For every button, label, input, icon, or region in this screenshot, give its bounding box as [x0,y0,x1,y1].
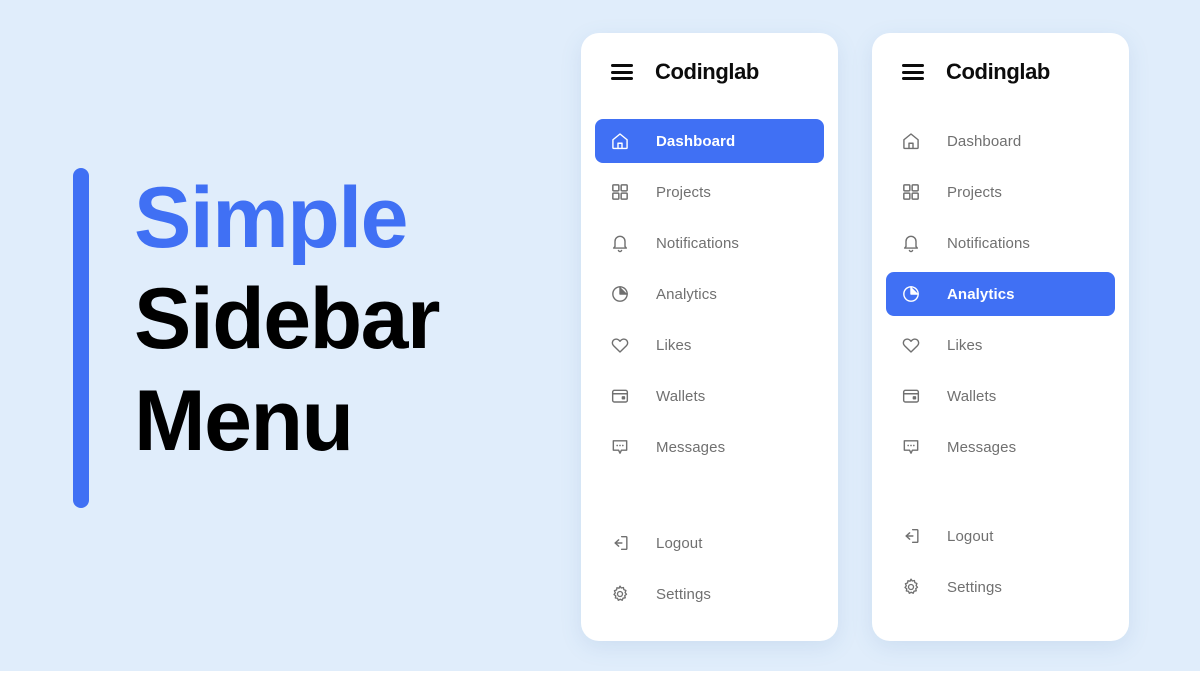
menu-item-likes[interactable]: Likes [595,323,824,367]
menu-item-dashboard[interactable]: Dashboard [595,119,824,163]
menu-item-analytics[interactable]: Analytics [595,272,824,316]
menu-item-label: Dashboard [656,132,736,150]
sidebar-bottom-menu: Logout Settings [872,514,1129,609]
menu-item-wallets[interactable]: Wallets [886,374,1115,418]
hero-block: Simple Sidebar Menu [73,168,440,508]
gear-icon [901,577,921,597]
brand-name: Codinglab [946,59,1050,84]
design-canvas: Simple Sidebar Menu Codinglab Dashboard P… [0,0,1200,671]
menu-item-settings[interactable]: Settings [595,572,824,616]
page-root: Simple Sidebar Menu Codinglab Dashboard P… [0,0,1200,677]
menu-item-label: Wallets [656,387,706,405]
menu-spacer [872,476,1129,514]
menu-item-label: Messages [947,438,1017,456]
menu-item-label: Logout [947,527,994,545]
hero-title: Simple Sidebar Menu [134,168,440,508]
chat-bubble-icon [901,437,921,457]
gear-icon [610,584,630,604]
menu-item-analytics[interactable]: Analytics [886,272,1115,316]
chat-bubble-icon [610,437,630,457]
menu-item-messages[interactable]: Messages [886,425,1115,469]
logout-icon [610,533,630,553]
wallet-icon [610,386,630,406]
menu-item-likes[interactable]: Likes [886,323,1115,367]
menu-item-dashboard[interactable]: Dashboard [886,119,1115,163]
menu-item-settings[interactable]: Settings [886,565,1115,609]
pie-chart-icon [901,284,921,304]
menu-item-label: Likes [947,336,983,354]
grid-icon [610,182,630,202]
menu-item-label: Wallets [947,387,997,405]
menu-item-label: Projects [656,183,711,201]
menu-item-label: Settings [947,578,1002,596]
pie-chart-icon [610,284,630,304]
menu-item-notifications[interactable]: Notifications [595,221,824,265]
menu-item-label: Settings [656,585,711,603]
menu-item-messages[interactable]: Messages [595,425,824,469]
menu-item-label: Analytics [656,285,717,303]
bell-icon [901,233,921,253]
menu-item-logout[interactable]: Logout [886,514,1115,558]
menu-item-notifications[interactable]: Notifications [886,221,1115,265]
home-icon [610,131,630,151]
menu-item-label: Notifications [947,234,1031,252]
sidebar-menu: Dashboard Projects Notifications Analytics L… [581,119,838,469]
logout-icon [901,526,921,546]
bell-icon [610,233,630,253]
menu-item-label: Messages [656,438,726,456]
menu-item-label: Likes [656,336,692,354]
menu-item-label: Notifications [656,234,740,252]
menu-item-projects[interactable]: Projects [595,170,824,214]
hero-line-2: Sidebar [134,271,440,368]
sidebar-card-one: Codinglab Dashboard Projects Notifications… [581,33,838,641]
home-icon [901,131,921,151]
menu-item-logout[interactable]: Logout [595,521,824,565]
menu-item-wallets[interactable]: Wallets [595,374,824,418]
sidebar-card-two: Codinglab Dashboard Projects Notifications… [872,33,1129,641]
hero-accent-bar [73,168,89,508]
sidebar-menu: Dashboard Projects Notifications Analytics L… [872,119,1129,469]
menu-item-label: Projects [947,183,1002,201]
sidebar-header: Codinglab [581,33,838,111]
menu-item-label: Analytics [947,285,1015,303]
hamburger-icon[interactable] [611,64,633,80]
sidebar-header: Codinglab [872,33,1129,111]
brand-name: Codinglab [655,59,759,84]
menu-item-projects[interactable]: Projects [886,170,1115,214]
heart-icon [610,335,630,355]
wallet-icon [901,386,921,406]
sidebar-bottom-menu: Logout Settings [581,521,838,616]
heart-icon [901,335,921,355]
menu-item-label: Dashboard [947,132,1022,150]
grid-icon [901,182,921,202]
hero-line-1: Simple [134,170,408,266]
hamburger-icon[interactable] [902,64,924,80]
menu-spacer [581,476,838,521]
menu-item-label: Logout [656,534,703,552]
hero-line-3: Menu [134,372,354,469]
